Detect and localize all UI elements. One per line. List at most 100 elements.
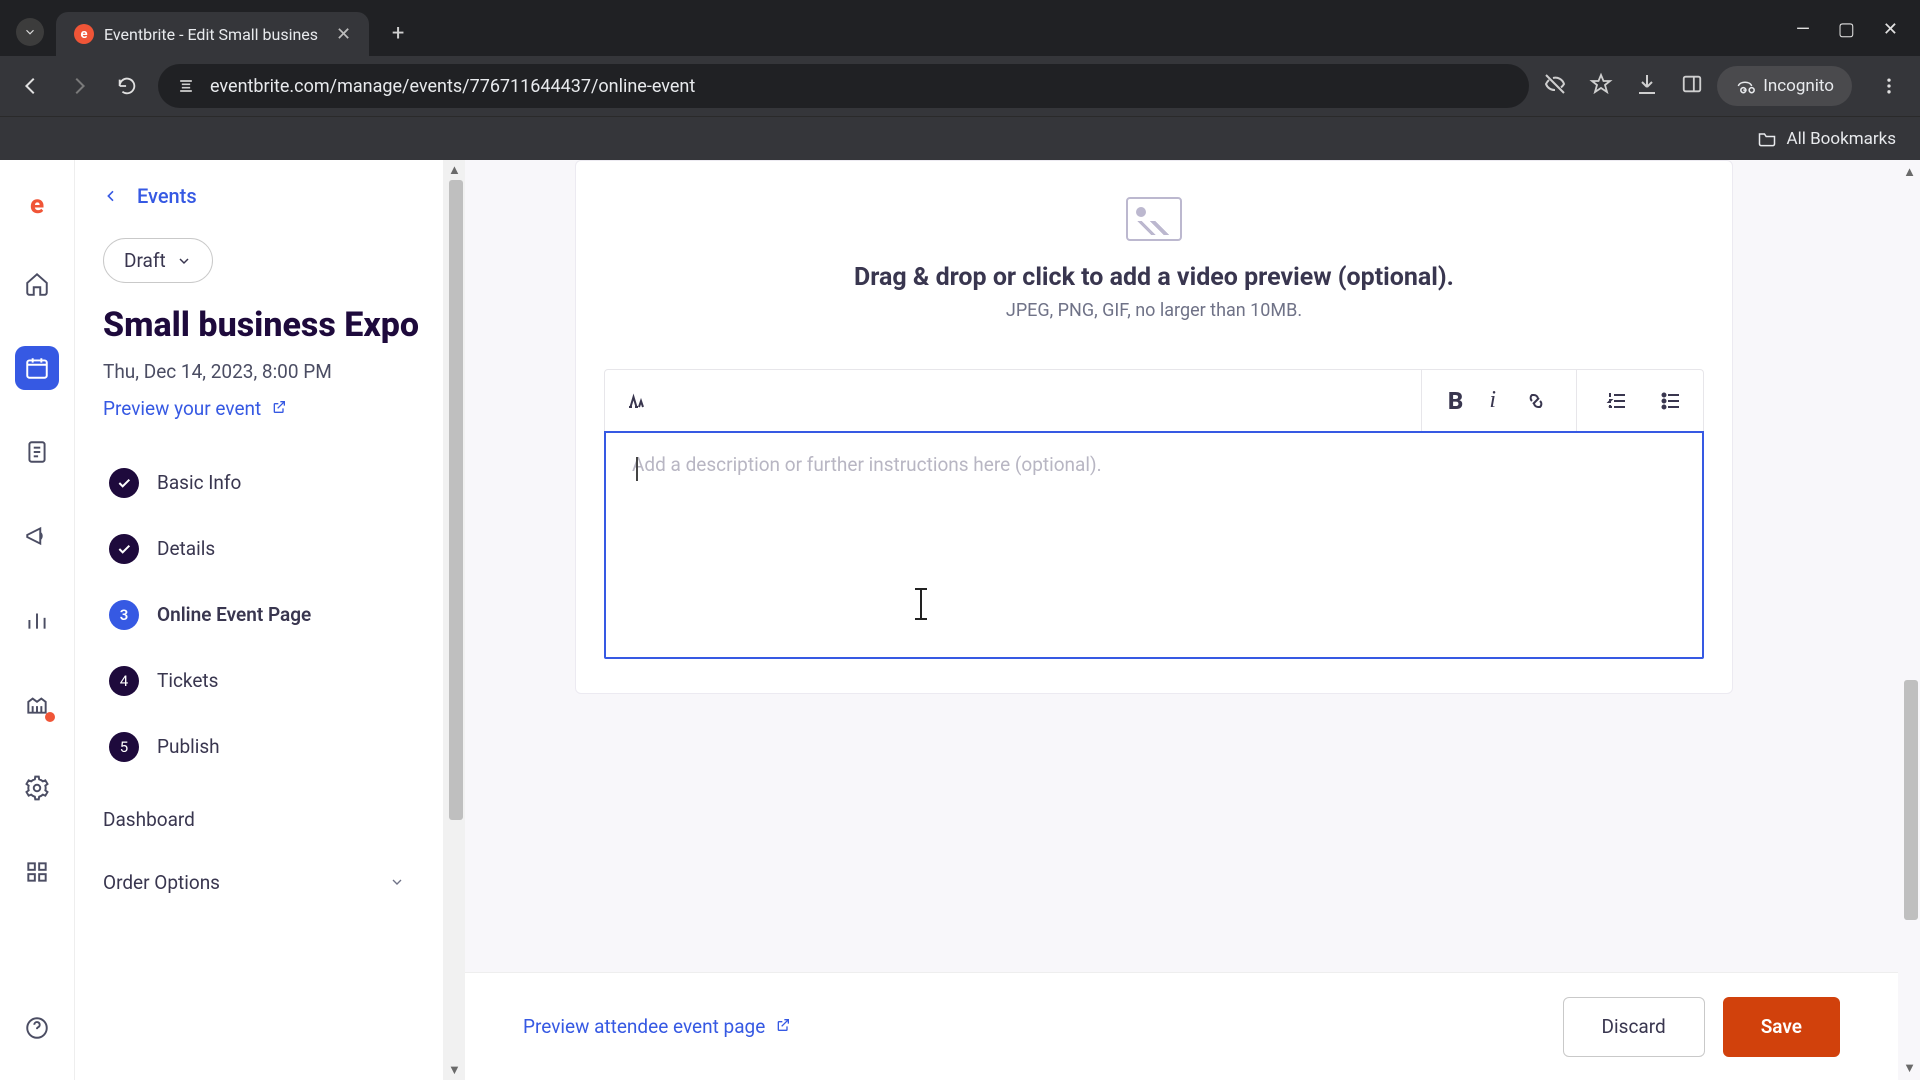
browser-toolbar: eventbrite.com/manage/events/77671164443…	[0, 56, 1920, 116]
status-label: Draft	[124, 249, 166, 272]
url-text: eventbrite.com/manage/events/77671164443…	[210, 76, 695, 97]
dropzone-subtitle: JPEG, PNG, GIF, no larger than 10MB.	[616, 300, 1692, 321]
mouse-text-cursor	[920, 590, 922, 618]
tab-title: Eventbrite - Edit Small busines	[104, 25, 318, 44]
downloads-icon[interactable]	[1635, 72, 1659, 101]
online-event-card: Drag & drop or click to add a video prev…	[575, 160, 1733, 694]
image-placeholder-icon	[1126, 197, 1182, 241]
step-number-badge: 4	[109, 666, 139, 696]
nav-apps-icon[interactable]	[15, 850, 59, 894]
tab-search-button[interactable]	[16, 18, 44, 46]
nav-reports-icon[interactable]	[15, 598, 59, 642]
page-footer: Preview attendee event page Discard Save	[465, 972, 1898, 1080]
sidepanel-icon[interactable]	[1681, 73, 1703, 100]
step-label: Details	[157, 537, 215, 560]
step-basic-info[interactable]: Basic Info	[103, 450, 435, 516]
eventbrite-favicon: e	[74, 24, 94, 44]
preview-attendee-link[interactable]: Preview attendee event page	[523, 1015, 791, 1038]
external-link-icon	[775, 1015, 791, 1038]
nav-orders-icon[interactable]	[15, 430, 59, 474]
main-scrollbar-thumb[interactable]	[1904, 680, 1918, 920]
rich-text-toolbar: B i	[604, 369, 1704, 431]
step-done-icon	[109, 534, 139, 564]
bookmarks-bar: All Bookmarks	[0, 116, 1920, 160]
step-details[interactable]: Details	[103, 516, 435, 582]
window-close-icon[interactable]: ✕	[1883, 19, 1898, 40]
preview-label: Preview your event	[103, 397, 261, 420]
window-controls: ― ▢ ✕	[1796, 19, 1910, 56]
main-scrollbar-track: ▲ ▼	[1898, 160, 1920, 1080]
site-settings-icon[interactable]	[176, 76, 196, 96]
event-build-steps: Basic Info Details 3 Online Event Page 4…	[103, 450, 435, 780]
scroll-down-icon[interactable]: ▼	[1903, 1060, 1916, 1076]
back-label: Events	[137, 184, 197, 208]
chevron-down-icon	[176, 253, 192, 269]
event-datetime: Thu, Dec 14, 2023, 8:00 PM	[103, 360, 435, 383]
editor-placeholder: Add a description or further instruction…	[632, 453, 1102, 476]
address-bar[interactable]: eventbrite.com/manage/events/77671164443…	[158, 64, 1529, 108]
scroll-up-icon[interactable]: ▲	[1903, 164, 1916, 180]
nav-reload-button[interactable]	[110, 69, 144, 103]
discard-button[interactable]: Discard	[1563, 997, 1705, 1057]
eye-off-icon[interactable]	[1543, 72, 1567, 101]
step-online-event-page[interactable]: 3 Online Event Page	[103, 582, 435, 648]
italic-button[interactable]: i	[1489, 387, 1496, 414]
event-sidebar: Events Draft Small business Expo Thu, De…	[75, 160, 465, 1080]
all-bookmarks-link[interactable]: All Bookmarks	[1787, 129, 1896, 149]
browser-tab-strip: e Eventbrite - Edit Small busines ✕ + ― …	[0, 0, 1920, 56]
incognito-indicator[interactable]: Incognito	[1717, 66, 1852, 106]
step-number-badge: 3	[109, 600, 139, 630]
folder-icon	[1757, 129, 1777, 149]
browser-tab-active[interactable]: e Eventbrite - Edit Small busines ✕	[56, 12, 369, 56]
text-size-icon[interactable]	[623, 387, 651, 415]
app-nav-rail: e	[0, 160, 75, 1080]
link-label: Dashboard	[103, 808, 195, 831]
step-label: Publish	[157, 735, 220, 758]
sidebar-scrollbar-thumb[interactable]	[449, 180, 463, 820]
save-button[interactable]: Save	[1723, 997, 1840, 1057]
nav-forward-button[interactable]	[62, 69, 96, 103]
scroll-down-icon[interactable]: ▼	[448, 1062, 461, 1078]
eventbrite-logo[interactable]: e	[20, 188, 54, 222]
step-label: Tickets	[157, 669, 218, 692]
unordered-list-button[interactable]	[1657, 387, 1685, 415]
nav-finance-icon[interactable]	[15, 682, 59, 726]
step-number-badge: 5	[109, 732, 139, 762]
text-caret	[636, 457, 638, 481]
video-preview-dropzone[interactable]: Drag & drop or click to add a video prev…	[576, 161, 1732, 345]
step-tickets[interactable]: 4 Tickets	[103, 648, 435, 714]
nav-events-icon[interactable]	[15, 346, 59, 390]
sidebar-dashboard-link[interactable]: Dashboard	[103, 808, 435, 831]
dropzone-title: Drag & drop or click to add a video prev…	[616, 263, 1692, 292]
tab-close-icon[interactable]: ✕	[336, 24, 351, 45]
step-label: Basic Info	[157, 471, 241, 494]
back-to-events-link[interactable]: Events	[103, 184, 435, 208]
step-done-icon	[109, 468, 139, 498]
preview-label: Preview attendee event page	[523, 1015, 765, 1038]
step-publish[interactable]: 5 Publish	[103, 714, 435, 780]
link-button[interactable]	[1522, 387, 1550, 415]
nav-settings-icon[interactable]	[15, 766, 59, 810]
external-link-icon	[271, 397, 287, 420]
nav-back-button[interactable]	[14, 69, 48, 103]
window-minimize-icon[interactable]: ―	[1796, 19, 1810, 40]
event-status-dropdown[interactable]: Draft	[103, 238, 213, 283]
window-maximize-icon[interactable]: ▢	[1838, 19, 1855, 40]
nav-home-icon[interactable]	[15, 262, 59, 306]
scroll-up-icon[interactable]: ▲	[448, 162, 461, 178]
link-label: Order Options	[103, 871, 220, 894]
bold-button[interactable]: B	[1448, 387, 1463, 415]
bookmark-star-icon[interactable]	[1589, 72, 1613, 101]
main-content-area: Drag & drop or click to add a video prev…	[465, 160, 1920, 1080]
incognito-label: Incognito	[1763, 76, 1834, 96]
ordered-list-button[interactable]	[1603, 387, 1631, 415]
browser-menu-button[interactable]	[1872, 69, 1906, 103]
sidebar-order-options-link[interactable]: Order Options	[103, 871, 435, 894]
nav-help-icon[interactable]	[15, 1006, 59, 1050]
new-tab-button[interactable]: +	[381, 16, 415, 50]
description-editor[interactable]: Add a description or further instruction…	[604, 431, 1704, 659]
step-label: Online Event Page	[157, 603, 311, 626]
chevron-down-icon	[389, 874, 405, 890]
preview-event-link[interactable]: Preview your event	[103, 397, 435, 420]
nav-marketing-icon[interactable]	[15, 514, 59, 558]
